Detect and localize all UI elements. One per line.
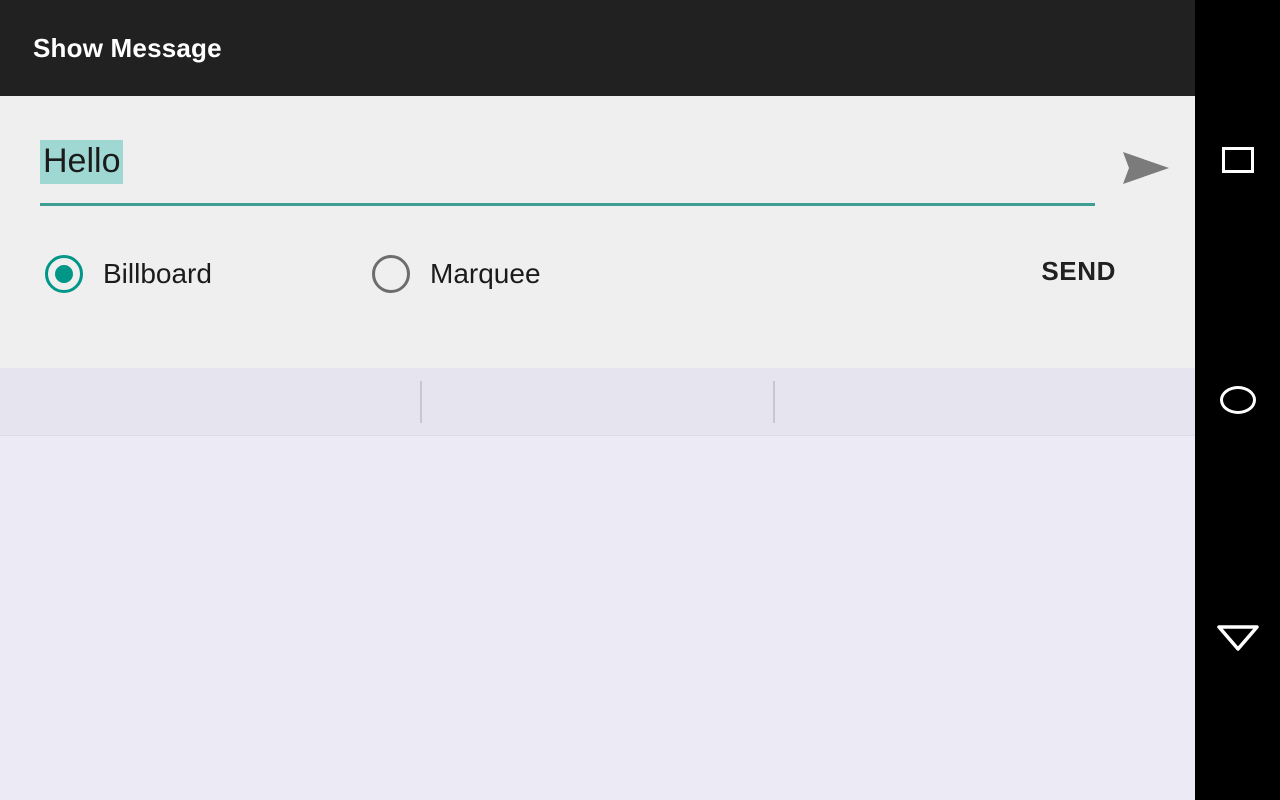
page-title: Show Message — [33, 33, 222, 63]
message-input-value[interactable]: Hello — [40, 140, 124, 184]
radio-button-billboard-icon[interactable] — [45, 255, 83, 293]
triangle-down-shape — [1216, 625, 1259, 651]
display-mode-radio-group: Billboard Marquee SEND — [0, 246, 1195, 326]
send-button[interactable]: SEND — [1041, 256, 1116, 287]
app-title-bar: Show Message — [0, 0, 1195, 96]
app-container: Show Message Hello Billboard Marquee SEN… — [0, 0, 1195, 800]
radio-option-billboard[interactable]: Billboard — [45, 246, 212, 302]
triangle-down-back-icon[interactable] — [1195, 608, 1280, 668]
suggestion-strip[interactable] — [0, 368, 1195, 436]
radio-option-marquee[interactable]: Marquee — [372, 246, 541, 302]
suggestion-divider — [773, 381, 775, 423]
message-input-row: Hello — [40, 132, 1169, 242]
radio-label-marquee: Marquee — [430, 258, 541, 289]
recents-square-shape — [1221, 147, 1254, 173]
radio-label-billboard: Billboard — [103, 258, 212, 289]
system-navigation-bar — [1195, 0, 1280, 800]
square-recents-icon[interactable] — [1195, 130, 1280, 190]
soft-keyboard: q1w2e3r4t5y6u7i8o9p0 asdfghjkl zxcvbnm ?… — [0, 368, 1195, 800]
message-form: Hello Billboard Marquee SEND — [0, 96, 1195, 368]
android-screen: Show Message Hello Billboard Marquee SEN… — [0, 0, 1280, 800]
home-circle-shape — [1219, 386, 1256, 414]
radio-button-marquee-icon[interactable] — [372, 255, 410, 293]
message-input[interactable]: Hello — [40, 132, 1095, 206]
suggestion-divider — [420, 381, 422, 423]
send-icon[interactable] — [1113, 136, 1177, 200]
circle-home-icon[interactable] — [1195, 370, 1280, 430]
